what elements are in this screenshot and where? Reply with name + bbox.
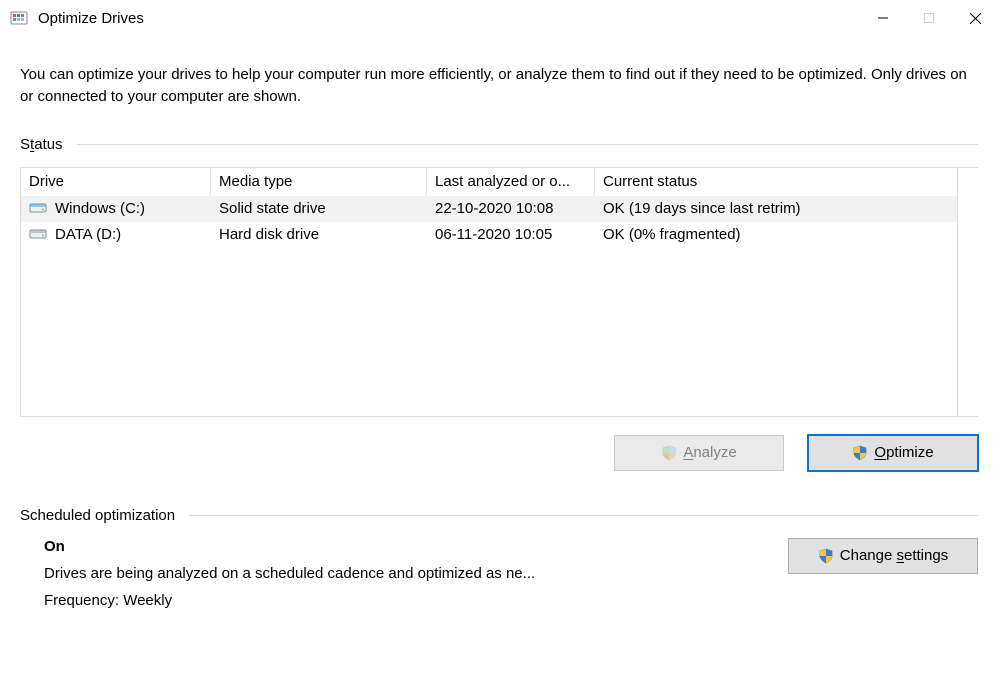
drive-row[interactable]: DATA (D:) Hard disk drive06-11-2020 10:05… bbox=[21, 222, 957, 248]
close-button[interactable] bbox=[952, 0, 998, 36]
column-header-media[interactable]: Media type bbox=[211, 168, 427, 196]
schedule-state: On bbox=[44, 538, 788, 555]
drive-last-analyzed: 22-10-2020 10:08 bbox=[427, 196, 595, 222]
change-settings-button-label: Change settings bbox=[840, 547, 948, 564]
status-section-header: Status bbox=[20, 136, 978, 153]
defrag-app-icon bbox=[10, 9, 28, 27]
schedule-frequency: Frequency: Weekly bbox=[44, 592, 788, 609]
drive-media: Solid state drive bbox=[211, 196, 427, 222]
change-settings-button[interactable]: Change settings bbox=[788, 538, 978, 574]
schedule-description: Drives are being analyzed on a scheduled… bbox=[44, 565, 788, 582]
drive-last-analyzed: 06-11-2020 10:05 bbox=[427, 222, 595, 248]
maximize-button bbox=[906, 0, 952, 36]
drive-icon bbox=[29, 201, 47, 215]
analyze-button: Analyze bbox=[614, 435, 784, 471]
intro-text: You can optimize your drives to help you… bbox=[20, 64, 978, 108]
drive-list[interactable]: Drive Media type Last analyzed or o... C… bbox=[20, 167, 978, 417]
drive-status: OK (19 days since last retrim) bbox=[595, 196, 957, 222]
minimize-button[interactable] bbox=[860, 0, 906, 36]
status-section-label: Status bbox=[20, 136, 77, 153]
column-header-drive[interactable]: Drive bbox=[21, 168, 211, 196]
drive-name: Windows (C:) bbox=[55, 200, 145, 217]
titlebar: Optimize Drives bbox=[0, 0, 998, 36]
window-title: Optimize Drives bbox=[38, 10, 144, 27]
scheduled-section-label: Scheduled optimization bbox=[20, 507, 189, 524]
drive-row[interactable]: Windows (C:) Solid state drive22-10-2020 … bbox=[21, 196, 957, 222]
column-header-last[interactable]: Last analyzed or o... bbox=[427, 168, 595, 196]
drive-media: Hard disk drive bbox=[211, 222, 427, 248]
optimize-button-label: Optimize bbox=[874, 444, 933, 461]
drive-icon bbox=[29, 227, 47, 241]
column-header-status[interactable]: Current status bbox=[595, 168, 957, 196]
optimize-button[interactable]: Optimize bbox=[808, 435, 978, 471]
uac-shield-icon bbox=[852, 445, 868, 461]
scheduled-section-header: Scheduled optimization bbox=[20, 507, 978, 524]
drive-status: OK (0% fragmented) bbox=[595, 222, 957, 248]
drive-list-header[interactable]: Drive Media type Last analyzed or o... C… bbox=[21, 168, 957, 196]
uac-shield-icon bbox=[818, 548, 834, 564]
drive-name: DATA (D:) bbox=[55, 226, 121, 243]
uac-shield-icon bbox=[661, 445, 677, 461]
analyze-button-label: Analyze bbox=[683, 444, 736, 461]
